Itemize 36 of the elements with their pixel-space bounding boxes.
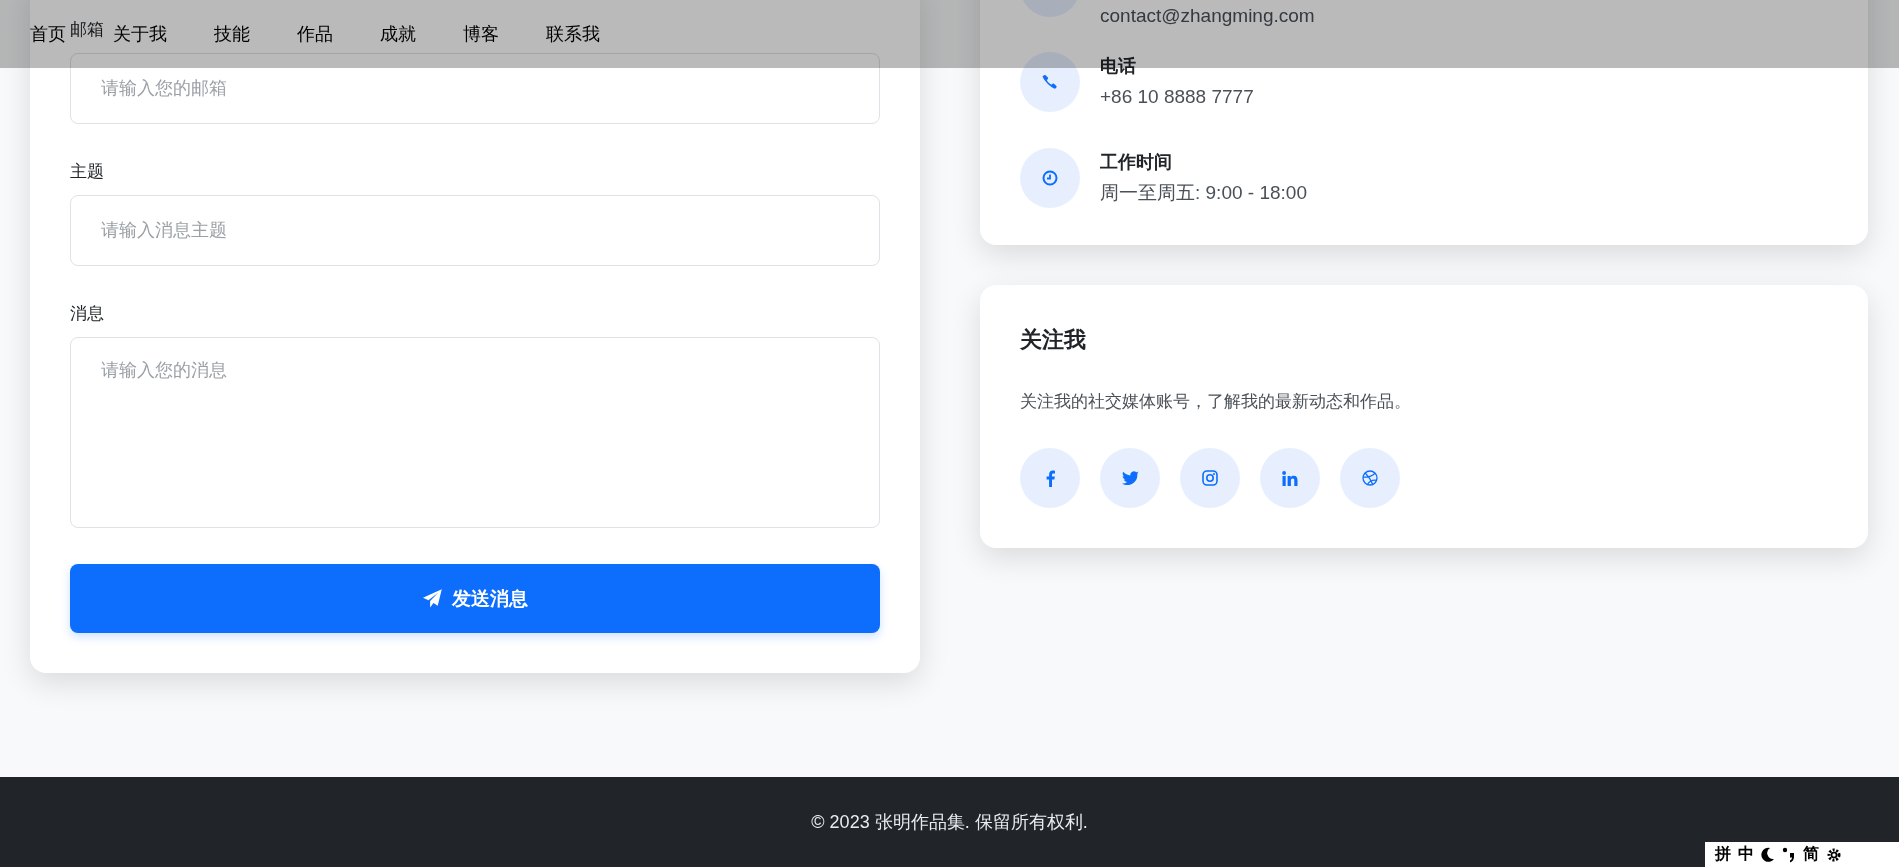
nav-link[interactable]: 博客 (463, 22, 499, 46)
contact-value: +86 10 8888 7777 (1100, 85, 1254, 109)
phone-icon (1042, 74, 1058, 90)
camera-icon (1202, 470, 1218, 486)
field-label: 主题 (70, 161, 104, 183)
paper-plane-icon (422, 589, 442, 608)
card-description: 关注我的社交媒体账号，了解我的最新动态和作品。 (1020, 391, 1412, 413)
input-field[interactable]: 请输入您的邮箱 (70, 53, 880, 124)
nav-link[interactable]: 技能 (214, 22, 250, 46)
settings-icon[interactable] (1826, 846, 1842, 863)
send-button[interactable]: 发送消息 (70, 564, 880, 633)
ime-button[interactable]: 中 (1738, 844, 1754, 865)
clock-icon (1042, 170, 1058, 186)
contact-title: 电话 (1100, 55, 1137, 78)
ime-button[interactable]: 简 (1803, 844, 1819, 865)
nav-link[interactable]: 首页 (30, 22, 66, 46)
nav-link[interactable]: 联系我 (546, 22, 600, 46)
copyright-text: © 2023 张明作品集. 保留所有权利. (811, 811, 1088, 834)
linkedin-icon (1282, 470, 1298, 486)
ball-icon (1362, 470, 1378, 486)
nav-link[interactable]: 成就 (380, 22, 416, 46)
contact-value: contact@zhangming.com (1100, 4, 1315, 28)
field-label: 邮箱 (70, 19, 104, 41)
nav-link[interactable]: 作品 (297, 22, 333, 46)
bird-icon (1121, 471, 1139, 485)
message-field[interactable]: 请输入您的消息 (70, 337, 880, 528)
moon-icon[interactable] (1761, 846, 1775, 863)
card-title: 关注我 (1020, 326, 1087, 354)
facebook-icon (1045, 469, 1055, 487)
ime-button[interactable]: 拼 (1715, 844, 1731, 865)
punctuation-icon[interactable] (1782, 846, 1796, 863)
input-field[interactable]: 请输入消息主题 (70, 195, 880, 266)
contact-value: 周一至周五: 9:00 - 18:00 (1100, 181, 1307, 205)
nav-link[interactable]: 关于我 (113, 22, 167, 46)
contact-title: 工作时间 (1100, 151, 1173, 174)
field-label: 消息 (70, 303, 104, 325)
